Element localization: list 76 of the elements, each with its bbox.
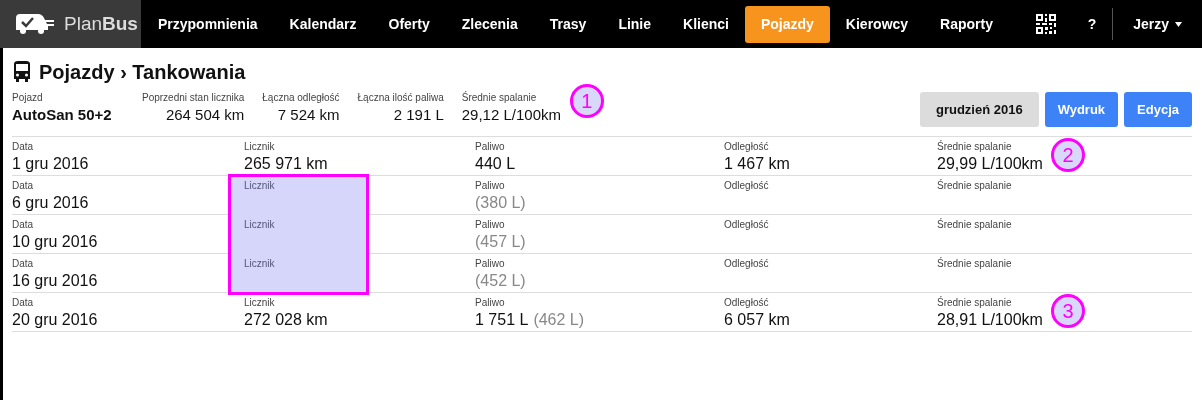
field-label: Odległość — [724, 180, 770, 192]
brand-logo[interactable]: PlanBus — [0, 0, 141, 48]
field-label: Średnie spalanie — [937, 219, 1013, 231]
field-label: Odległość — [724, 219, 770, 231]
summary-value: 29,12 L/100km — [461, 105, 561, 125]
field-label: Licznik — [244, 297, 276, 309]
field-value: 28,91 L/100km — [937, 310, 1043, 330]
field-value: 29,99 L/100km — [937, 154, 1043, 174]
field-value: 6 gru 2016 — [12, 193, 89, 213]
field-note: (457 L) — [475, 232, 526, 252]
field-label: Licznik — [244, 219, 276, 231]
summary-value: AutoSan 50+2 — [12, 105, 112, 125]
user-menu[interactable]: Jerzy — [1113, 13, 1202, 35]
callout-number: 2 — [1051, 138, 1085, 172]
field-value: 440 L — [475, 154, 516, 174]
nav-tab[interactable]: Kalendarz — [273, 5, 373, 43]
field-label: Odległość — [724, 258, 770, 270]
brand-name: PlanBus — [64, 11, 138, 36]
van-icon — [14, 12, 56, 36]
summary-label: Pojazd — [12, 92, 43, 104]
field-label: Odległość — [724, 141, 770, 153]
bus-icon — [12, 61, 32, 83]
field-note: (452 L) — [475, 271, 526, 291]
field-note: (380 L) — [475, 193, 526, 213]
field-value: 6 057 km — [724, 310, 790, 330]
field-label: Licznik — [244, 180, 276, 192]
nav-tab[interactable]: Linie — [602, 5, 668, 43]
toolbar-button[interactable]: grudzień 2016 — [919, 92, 1039, 127]
toolbar-button[interactable]: Edycja — [1124, 92, 1192, 127]
field-label: Data — [12, 258, 35, 270]
field-label: Data — [12, 141, 35, 153]
nav-tab[interactable]: Raporty — [924, 5, 1009, 43]
field-label: Data — [12, 297, 35, 309]
field-label: Średnie spalanie — [937, 180, 1013, 192]
field-value: 272 028 km — [244, 310, 328, 330]
field-label: Średnie spalanie — [937, 141, 1013, 153]
summary-label: Poprzedni stan licznika — [142, 92, 245, 104]
field-label: Licznik — [244, 258, 276, 270]
field-label: Data — [12, 180, 35, 192]
page-title: Pojazdy › Tankowania — [39, 60, 246, 85]
nav-tab[interactable]: Kierowcy — [829, 5, 925, 43]
field-value: 10 gru 2016 — [12, 232, 98, 252]
field-label: Średnie spalanie — [937, 297, 1013, 309]
caret-icon — [1175, 21, 1182, 27]
field-note: (462 L) — [533, 310, 585, 330]
nav-tab[interactable]: Trasy — [533, 5, 603, 43]
field-label: Paliwo — [475, 219, 506, 231]
field-label: Data — [12, 219, 35, 231]
field-value: 16 gru 2016 — [12, 271, 98, 291]
summary-label: Średnie spalanie — [461, 92, 537, 104]
toolbar-button[interactable]: Wydruk — [1044, 92, 1119, 127]
field-label: Średnie spalanie — [937, 258, 1013, 270]
qr-code-icon[interactable] — [1035, 14, 1056, 34]
field-value: 1 467 km — [724, 154, 790, 174]
summary-value: 264 504 km — [165, 105, 245, 125]
nav-tab[interactable]: Zlecenia — [445, 5, 534, 43]
callout-number: 3 — [1051, 294, 1085, 328]
field-label: Paliwo — [475, 297, 506, 309]
nav-tab[interactable]: Oferty — [372, 5, 446, 43]
field-label: Paliwo — [475, 258, 506, 270]
field-value: 20 gru 2016 — [12, 310, 98, 330]
field-label: Licznik — [244, 141, 276, 153]
nav-tab[interactable]: Przypomnienia — [142, 5, 274, 43]
field-label: Paliwo — [475, 141, 506, 153]
field-label: Odległość — [724, 297, 770, 309]
summary-value: 2 191 L — [393, 105, 444, 125]
field-value: 265 971 km — [244, 154, 328, 174]
field-value: 1 751 L — [475, 310, 529, 330]
nav-tab[interactable]: Klienci — [667, 5, 745, 43]
summary-label: Łączna odległość — [262, 92, 340, 104]
callout-number: 1 — [569, 84, 604, 118]
summary-value: 7 524 km — [277, 105, 340, 125]
field-value: 1 gru 2016 — [12, 154, 89, 174]
summary-label: Łączna ilość paliwa — [357, 92, 444, 104]
field-label: Paliwo — [475, 180, 506, 192]
help-link[interactable]: ? — [1087, 13, 1097, 35]
